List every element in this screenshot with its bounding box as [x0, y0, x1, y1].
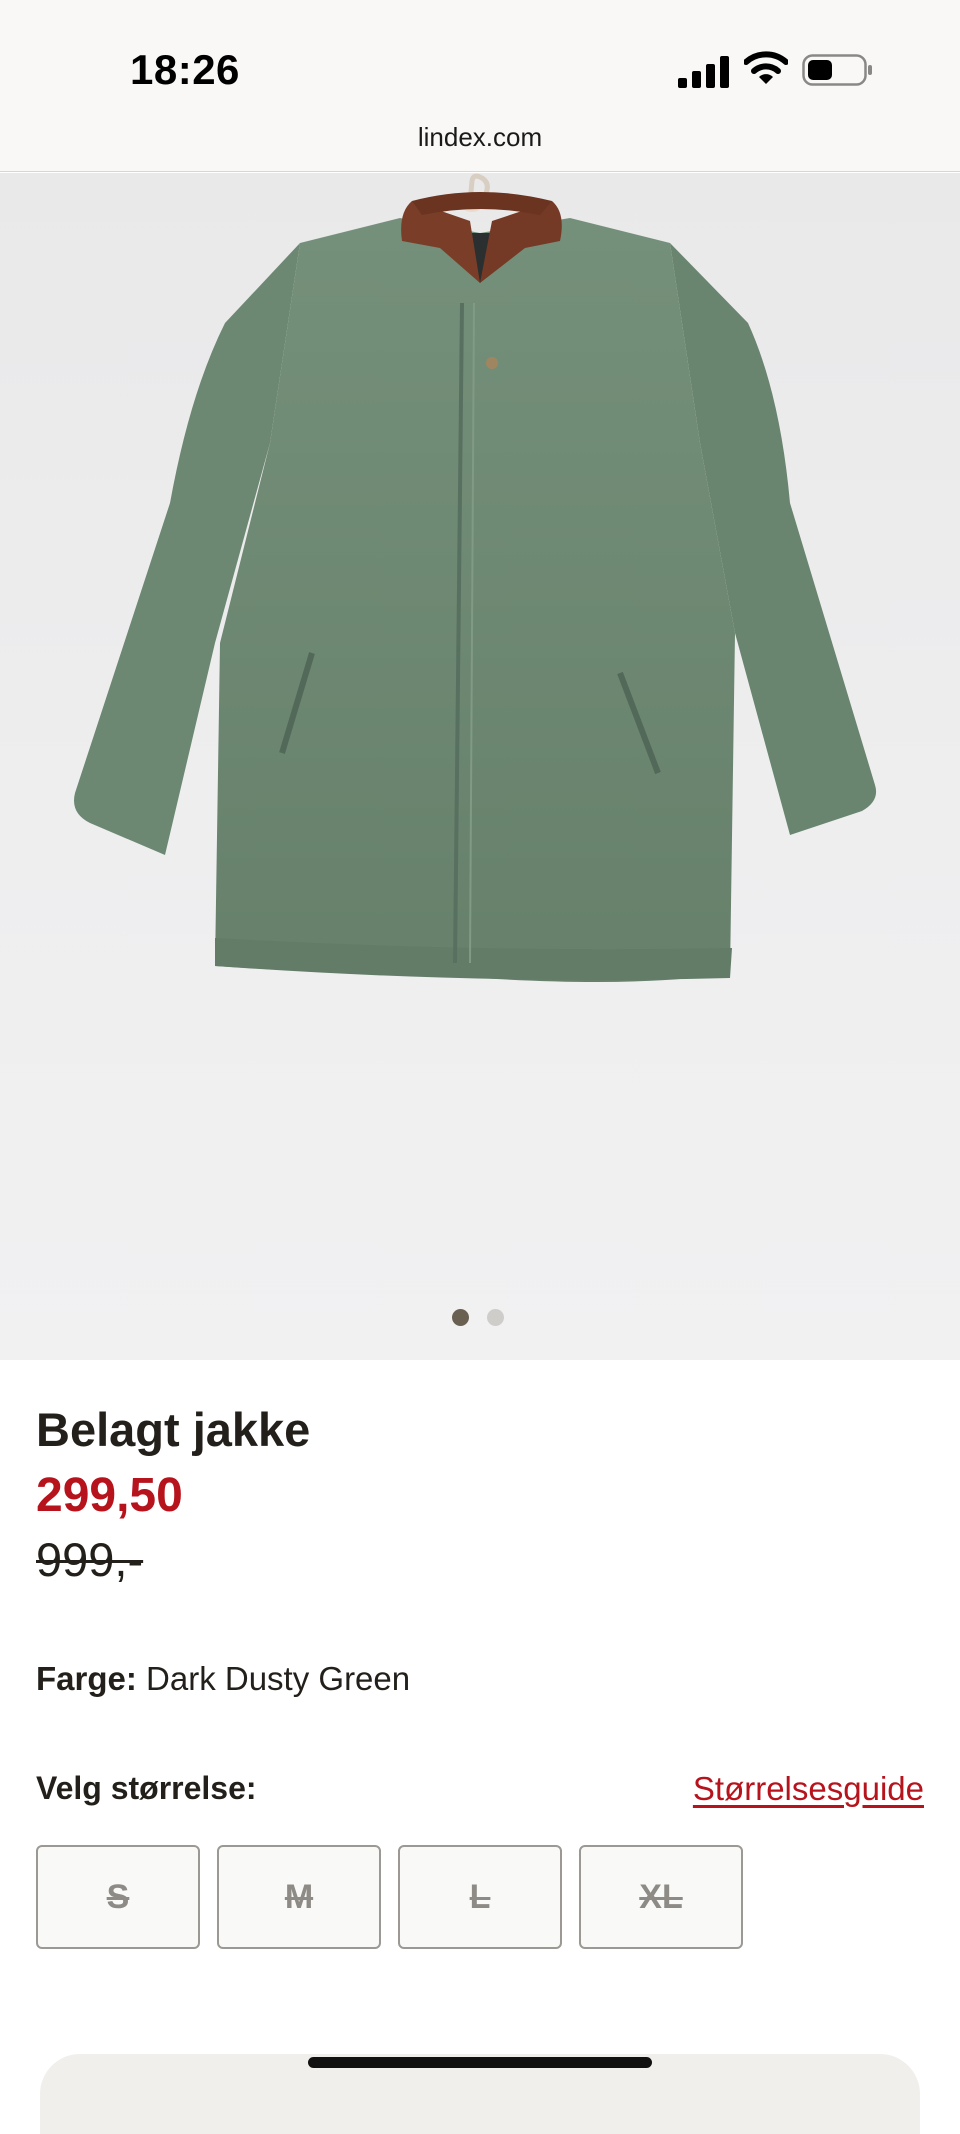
status-bar: 18:26 lindex.com	[0, 0, 960, 172]
color-value: Dark Dusty Green	[146, 1660, 411, 1697]
size-button-xl[interactable]: XL	[579, 1845, 743, 1949]
product-title: Belagt jakke	[36, 1403, 311, 1456]
color-label: Farge:	[36, 1660, 137, 1697]
size-options: S M L XL	[36, 1845, 924, 1951]
size-button-m[interactable]: M	[217, 1845, 381, 1949]
sale-price: 299,50	[36, 1469, 183, 1522]
carousel-dot[interactable]	[487, 1309, 504, 1326]
size-button-s[interactable]: S	[36, 1845, 200, 1949]
url-bar[interactable]: lindex.com	[0, 122, 960, 153]
size-button-l[interactable]: L	[398, 1845, 562, 1949]
color-row: Farge: Dark Dusty Green	[36, 1660, 410, 1698]
status-time: 18:26	[130, 46, 240, 93]
size-guide-link[interactable]: Størrelsesguide	[693, 1770, 924, 1808]
original-price: 999,-	[36, 1533, 144, 1586]
battery-icon	[802, 54, 872, 86]
jacket-product-photo	[74, 173, 877, 982]
wifi-icon	[744, 51, 788, 84]
carousel-dot-active[interactable]	[452, 1309, 469, 1326]
size-heading: Velg størrelse:	[36, 1770, 257, 1806]
home-indicator[interactable]	[308, 2057, 652, 2068]
product-image-gallery[interactable]	[0, 173, 960, 1360]
cellular-signal-icon	[678, 56, 729, 88]
